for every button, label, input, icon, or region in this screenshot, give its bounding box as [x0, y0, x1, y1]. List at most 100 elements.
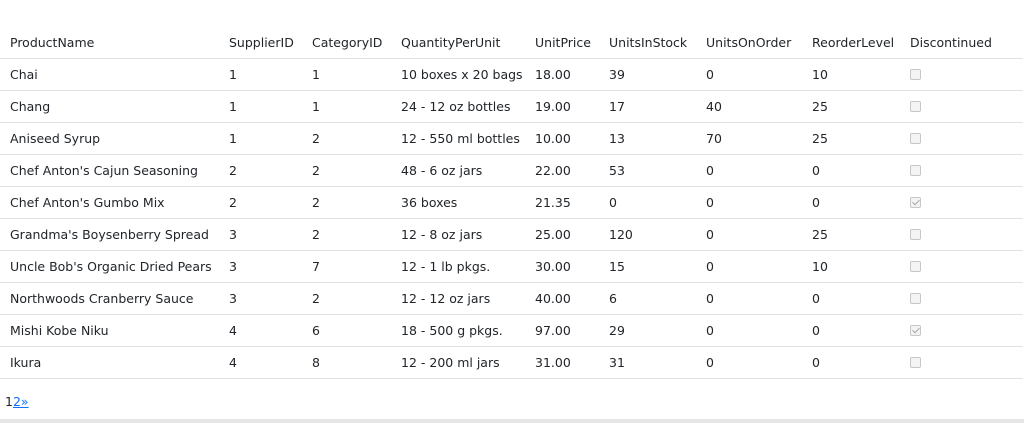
table-row: Chef Anton's Cajun Seasoning 2 2 48 - 6 oz … — [0, 154, 1023, 187]
discontinued-cell — [900, 250, 1023, 283]
reorder-level-cell: 0 — [802, 154, 900, 187]
discontinued-cell — [900, 90, 1023, 123]
product-name-cell: Aniseed Syrup — [0, 122, 219, 155]
table-row: Mishi Kobe Niku 4 6 18 - 500 g pkgs. 97.00 29… — [0, 314, 1023, 347]
product-name-cell: Chef Anton's Cajun Seasoning — [0, 154, 219, 187]
products-grid: ProductName SupplierID CategoryID Quanti… — [0, 27, 1023, 379]
column-header-reorderlevel[interactable]: ReorderLevel — [802, 27, 900, 59]
category-id-cell: 1 — [302, 58, 391, 91]
unit-price-cell: 18.00 — [525, 58, 599, 91]
units-on-order-cell: 0 — [696, 314, 802, 347]
category-id-cell: 6 — [302, 314, 391, 347]
column-header-unitprice[interactable]: UnitPrice — [525, 27, 599, 59]
units-on-order-cell: 0 — [696, 250, 802, 283]
quantity-per-unit-cell: 18 - 500 g pkgs. — [391, 314, 525, 347]
supplier-id-cell: 3 — [219, 282, 302, 315]
quantity-per-unit-cell: 48 - 6 oz jars — [391, 154, 525, 187]
products-table: ProductName SupplierID CategoryID Quanti… — [0, 27, 1023, 379]
reorder-level-cell: 25 — [802, 90, 900, 123]
category-id-cell: 2 — [302, 186, 391, 219]
discontinued-checkbox — [910, 229, 921, 240]
quantity-per-unit-cell: 36 boxes — [391, 186, 525, 219]
discontinued-checkbox — [910, 197, 921, 208]
reorder-level-cell: 25 — [802, 122, 900, 155]
units-in-stock-cell: 120 — [599, 218, 696, 251]
column-header-unitsinstock[interactable]: UnitsInStock — [599, 27, 696, 59]
column-header-discontinued[interactable]: Discontinued — [900, 27, 1023, 59]
product-name-cell: Grandma's Boysenberry Spread — [0, 218, 219, 251]
units-in-stock-cell: 6 — [599, 282, 696, 315]
supplier-id-cell: 2 — [219, 186, 302, 219]
discontinued-cell — [900, 122, 1023, 155]
reorder-level-cell: 25 — [802, 218, 900, 251]
discontinued-checkbox — [910, 101, 921, 112]
category-id-cell: 8 — [302, 346, 391, 379]
supplier-id-cell: 4 — [219, 314, 302, 347]
reorder-level-cell: 0 — [802, 186, 900, 219]
product-name-cell: Ikura — [0, 346, 219, 379]
units-in-stock-cell: 39 — [599, 58, 696, 91]
units-on-order-cell: 0 — [696, 282, 802, 315]
unit-price-cell: 22.00 — [525, 154, 599, 187]
units-in-stock-cell: 15 — [599, 250, 696, 283]
supplier-id-cell: 3 — [219, 218, 302, 251]
unit-price-cell: 19.00 — [525, 90, 599, 123]
discontinued-checkbox — [910, 357, 921, 368]
unit-price-cell: 25.00 — [525, 218, 599, 251]
units-on-order-cell: 0 — [696, 186, 802, 219]
discontinued-checkbox — [910, 165, 921, 176]
table-row: Chang 1 1 24 - 12 oz bottles 19.00 17 40 25 — [0, 90, 1023, 123]
table-row: Aniseed Syrup 1 2 12 - 550 ml bottles 10.00 1… — [0, 122, 1023, 155]
column-header-unitsonorder[interactable]: UnitsOnOrder — [696, 27, 802, 59]
units-on-order-cell: 0 — [696, 154, 802, 187]
discontinued-cell — [900, 314, 1023, 347]
pager-next-link[interactable]: » — [21, 394, 29, 409]
horizontal-scrollbar[interactable] — [0, 419, 1024, 423]
units-in-stock-cell: 13 — [599, 122, 696, 155]
units-on-order-cell: 0 — [696, 218, 802, 251]
discontinued-checkbox — [910, 293, 921, 304]
table-row: Northwoods Cranberry Sauce 3 2 12 - 12 oz j… — [0, 282, 1023, 315]
pager: 12» — [5, 394, 29, 409]
quantity-per-unit-cell: 12 - 1 lb pkgs. — [391, 250, 525, 283]
column-header-productname[interactable]: ProductName — [0, 27, 219, 59]
units-on-order-cell: 70 — [696, 122, 802, 155]
quantity-per-unit-cell: 12 - 200 ml jars — [391, 346, 525, 379]
column-header-supplierid[interactable]: SupplierID — [219, 27, 302, 59]
column-header-quantityperunit[interactable]: QuantityPerUnit — [391, 27, 525, 59]
units-in-stock-cell: 17 — [599, 90, 696, 123]
discontinued-checkbox — [910, 69, 921, 80]
product-name-cell: Chef Anton's Gumbo Mix — [0, 186, 219, 219]
supplier-id-cell: 1 — [219, 90, 302, 123]
supplier-id-cell: 3 — [219, 250, 302, 283]
units-in-stock-cell: 0 — [599, 186, 696, 219]
discontinued-checkbox — [910, 325, 921, 336]
category-id-cell: 1 — [302, 90, 391, 123]
pager-page-2-link[interactable]: 2 — [13, 394, 21, 409]
units-on-order-cell: 40 — [696, 90, 802, 123]
units-in-stock-cell: 31 — [599, 346, 696, 379]
product-name-cell: Mishi Kobe Niku — [0, 314, 219, 347]
quantity-per-unit-cell: 12 - 8 oz jars — [391, 218, 525, 251]
unit-price-cell: 31.00 — [525, 346, 599, 379]
discontinued-cell — [900, 58, 1023, 91]
table-body: Chai 1 1 10 boxes x 20 bags 18.00 39 0 10 Chang 1… — [0, 58, 1023, 379]
units-on-order-cell: 0 — [696, 346, 802, 379]
discontinued-cell — [900, 186, 1023, 219]
reorder-level-cell: 10 — [802, 250, 900, 283]
quantity-per-unit-cell: 24 - 12 oz bottles — [391, 90, 525, 123]
discontinued-cell — [900, 282, 1023, 315]
units-on-order-cell: 0 — [696, 58, 802, 91]
unit-price-cell: 30.00 — [525, 250, 599, 283]
column-header-categoryid[interactable]: CategoryID — [302, 27, 391, 59]
unit-price-cell: 97.00 — [525, 314, 599, 347]
reorder-level-cell: 0 — [802, 314, 900, 347]
table-row: Grandma's Boysenberry Spread 3 2 12 - 8 oz … — [0, 218, 1023, 251]
discontinued-checkbox — [910, 133, 921, 144]
category-id-cell: 2 — [302, 122, 391, 155]
table-row: Ikura 4 8 12 - 200 ml jars 31.00 31 0 0 — [0, 346, 1023, 379]
product-name-cell: Chai — [0, 58, 219, 91]
category-id-cell: 7 — [302, 250, 391, 283]
quantity-per-unit-cell: 12 - 12 oz jars — [391, 282, 525, 315]
unit-price-cell: 21.35 — [525, 186, 599, 219]
